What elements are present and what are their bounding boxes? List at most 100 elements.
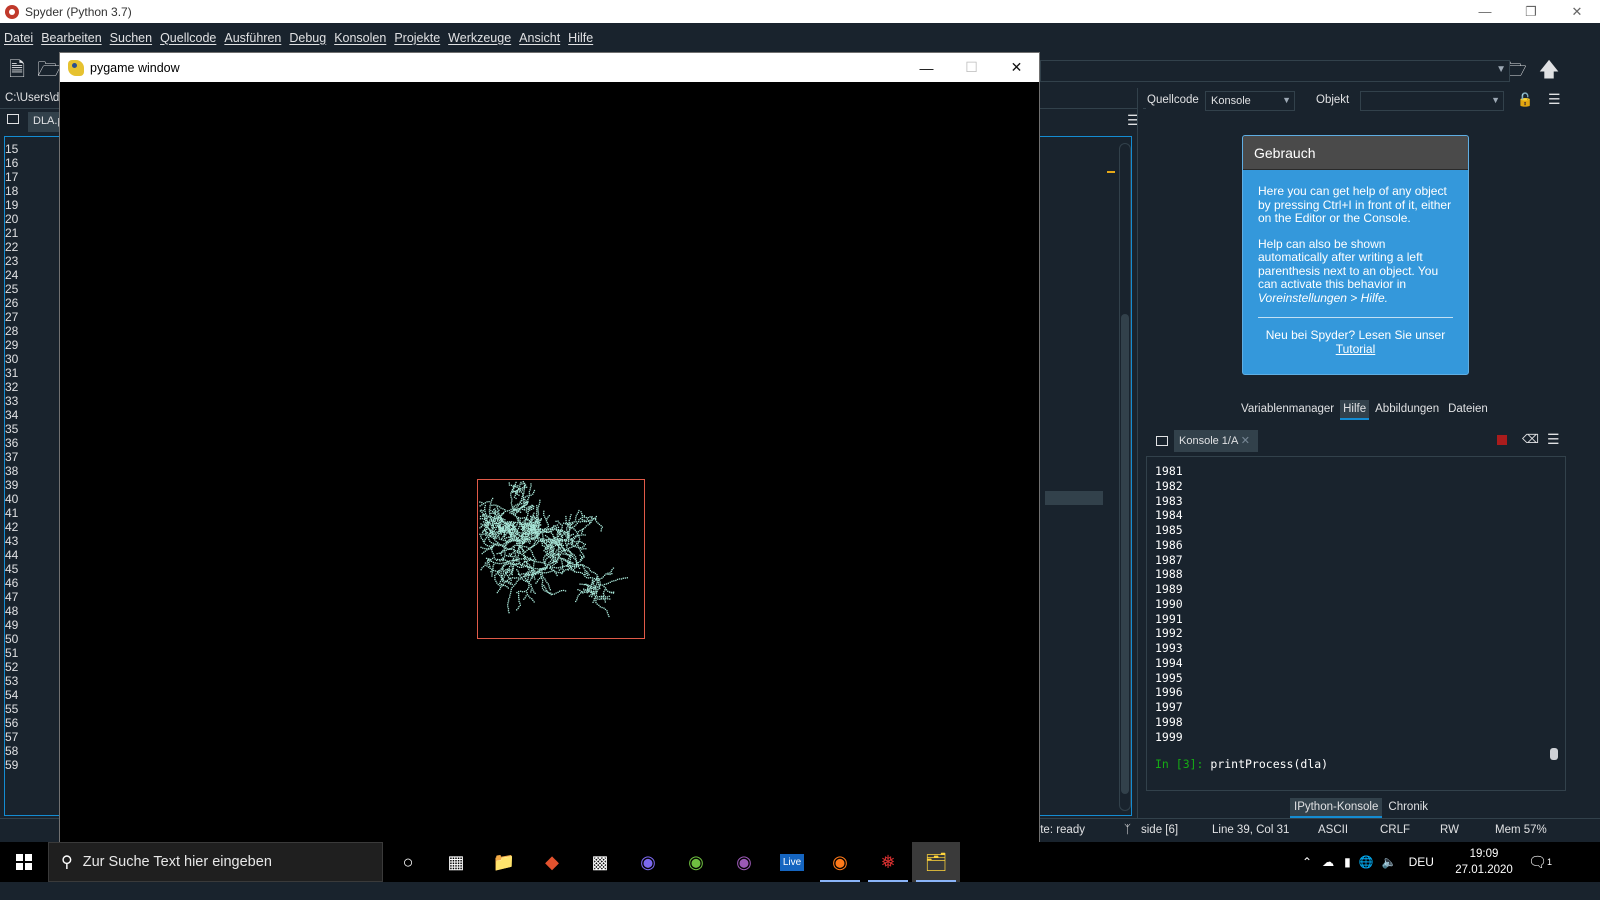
particle <box>557 529 559 531</box>
particle <box>499 519 502 521</box>
line-number: 42 <box>5 520 19 534</box>
scrollbar-thumb[interactable] <box>1121 314 1129 794</box>
browse-tabs-icon[interactable] <box>1156 436 1168 446</box>
minimize-button[interactable]: — <box>1462 0 1508 23</box>
android-studio-icon[interactable]: ◉ <box>672 842 720 882</box>
particle <box>577 589 579 591</box>
cortana-icon[interactable]: ○ <box>384 842 432 882</box>
close-button[interactable]: ✕ <box>1554 0 1600 23</box>
firefox-icon[interactable]: ◉ <box>816 842 864 882</box>
particle <box>532 532 534 534</box>
menu-werkzeuge[interactable]: Werkzeuge <box>448 31 511 45</box>
open-folder-icon[interactable]: 🗁 <box>37 59 62 81</box>
notifications-icon[interactable]: 🗨 1 <box>1528 842 1552 882</box>
line-number: 25 <box>5 282 19 296</box>
particle <box>551 561 554 564</box>
current-line-highlight <box>1045 491 1103 505</box>
menu-konsolen[interactable]: Konsolen <box>334 31 386 45</box>
tab-dateien[interactable]: Dateien <box>1445 400 1491 420</box>
tutorial-link[interactable]: Tutorial <box>1258 342 1453 357</box>
terminal-icon[interactable]: ▩ <box>576 842 624 882</box>
network-icon[interactable]: 🌐 <box>1359 855 1374 869</box>
menu-debug[interactable]: Debug <box>289 31 326 45</box>
object-combo[interactable]: ▼ <box>1360 91 1504 111</box>
particle <box>494 543 496 545</box>
volume-icon[interactable]: 🔈 <box>1382 855 1397 869</box>
source-combo[interactable]: Konsole ▼ <box>1205 91 1295 111</box>
taskbar-search[interactable]: ⚲ Zur Suche Text hier eingeben <box>48 842 383 882</box>
console-scrollbar[interactable] <box>1548 458 1560 788</box>
menu-projekte[interactable]: Projekte <box>394 31 440 45</box>
new-file-icon[interactable]: 🗎 <box>6 59 28 81</box>
restore-button[interactable]: ❐ <box>1508 0 1554 23</box>
task-view-icon[interactable]: ▦ <box>432 842 480 882</box>
particle <box>514 554 517 556</box>
hamburger-menu-icon[interactable]: ☰ <box>1548 91 1561 108</box>
particle <box>554 556 557 558</box>
tab-ipython-konsole[interactable]: IPython-Konsole <box>1290 798 1383 818</box>
cloud-icon[interactable]: ☁ <box>1322 855 1334 869</box>
menu-hilfe[interactable]: Hilfe <box>568 31 593 45</box>
close-tab-icon[interactable]: ✕ <box>1241 435 1250 447</box>
particle <box>556 540 558 543</box>
particle <box>527 560 529 562</box>
particle <box>497 572 499 574</box>
git-icon[interactable]: ◆ <box>528 842 576 882</box>
battery-icon[interactable]: ▮ <box>1344 855 1351 869</box>
chevron-up-icon[interactable]: ⌃ <box>1302 855 1312 869</box>
console-prompt-line[interactable]: In [3]: printProcess(dla) <box>1155 757 1328 771</box>
particle <box>479 533 481 535</box>
file-explorer-icon[interactable]: 📁 <box>480 842 528 882</box>
menu-ausfuehren[interactable]: Ausführen <box>224 31 281 45</box>
minimize-button[interactable]: — <box>904 53 949 82</box>
working-directory-combo[interactable]: ▼ <box>1040 60 1510 82</box>
particle <box>510 569 512 571</box>
tab-variablenmanager[interactable]: Variablenmanager <box>1238 400 1338 420</box>
close-button[interactable]: ✕ <box>994 53 1039 82</box>
particle <box>579 521 581 523</box>
particle <box>534 530 536 532</box>
console-tab[interactable]: Konsole 1/A ✕ <box>1174 430 1258 452</box>
particle <box>491 549 493 551</box>
particle <box>510 496 512 498</box>
particle <box>517 527 520 530</box>
clock[interactable]: 19:09 27.01.2020 <box>1452 846 1516 878</box>
menu-quellcode[interactable]: Quellcode <box>160 31 216 45</box>
python-icon[interactable]: 🗂 <box>912 842 960 882</box>
particle <box>530 508 533 510</box>
eclipse-icon[interactable]: ◉ <box>624 842 672 882</box>
maximize-button[interactable]: ☐ <box>949 53 994 82</box>
pygame-titlebar[interactable]: pygame window — ☐ ✕ <box>60 53 1039 82</box>
tab-abbildungen[interactable]: Abbildungen <box>1372 400 1443 420</box>
help-card-title: Gebrauch <box>1243 136 1468 170</box>
particle <box>524 502 527 504</box>
menu-bearbeiten[interactable]: Bearbeiten <box>41 31 101 45</box>
spyder-taskbar-icon[interactable]: ❅ <box>864 842 912 882</box>
tab-chronik[interactable]: Chronik <box>1384 798 1432 818</box>
line-number: 59 <box>5 758 19 772</box>
parent-dir-icon[interactable]: 🡅 <box>1538 59 1560 81</box>
ipython-console[interactable]: 1981 1982 1983 1984 1985 1986 1987 1988 1989 1990… <box>1146 456 1566 791</box>
editor-tab[interactable]: DLA.p <box>28 112 62 132</box>
stop-kernel-icon[interactable] <box>1497 435 1507 445</box>
app-icon[interactable]: ◉ <box>720 842 768 882</box>
eraser-icon[interactable]: ⌫ <box>1522 432 1539 446</box>
tab-hilfe[interactable]: Hilfe <box>1340 400 1370 420</box>
particle <box>536 509 538 511</box>
pygame-window[interactable]: pygame window — ☐ ✕ <box>59 52 1040 844</box>
editor-scrollbar[interactable] <box>1119 143 1131 811</box>
console-output-line: 1995 <box>1155 670 1183 685</box>
language-indicator[interactable]: DEU <box>1409 855 1434 869</box>
hamburger-menu-icon[interactable]: ☰ <box>1547 431 1560 448</box>
browse-tabs-icon[interactable] <box>7 114 19 124</box>
particle <box>562 544 564 547</box>
particle <box>531 506 533 508</box>
start-button[interactable] <box>0 842 48 882</box>
lock-icon[interactable]: 🔓 <box>1517 92 1533 108</box>
live-icon[interactable]: Live <box>768 842 816 882</box>
menu-ansicht[interactable]: Ansicht <box>519 31 560 45</box>
menu-datei[interactable]: Datei <box>4 31 33 45</box>
scrollbar-thumb[interactable] <box>1550 748 1558 760</box>
menu-suchen[interactable]: Suchen <box>110 31 152 45</box>
pane-splitter[interactable] <box>1137 88 1143 818</box>
